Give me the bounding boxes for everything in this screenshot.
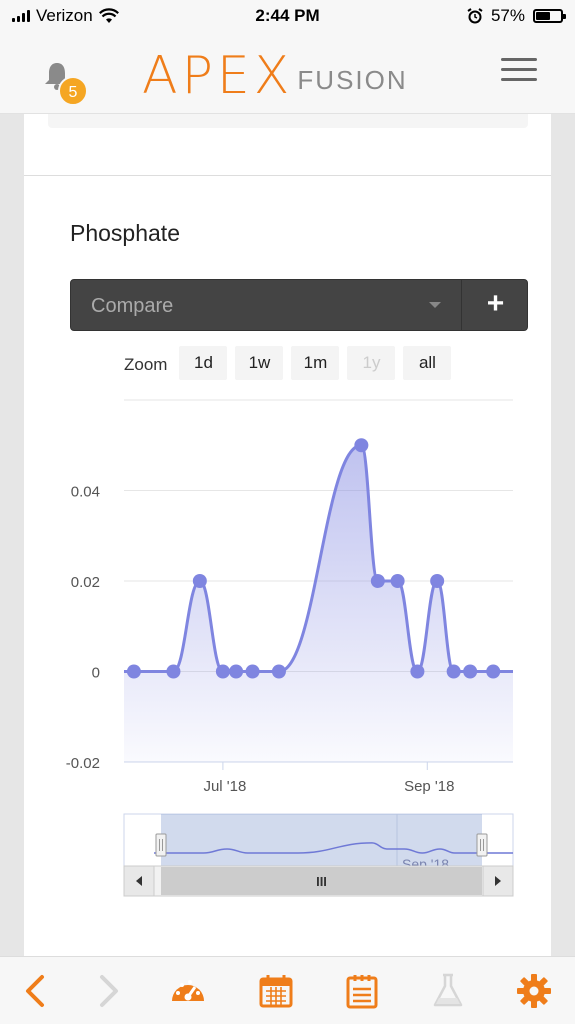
scrollbar-grip-label: III [316, 874, 327, 889]
data-point [354, 438, 369, 453]
battery-icon [533, 9, 566, 23]
handle-body [476, 833, 488, 857]
handle-body [155, 833, 167, 857]
x-tick-label: Jul '18 [203, 778, 246, 795]
logo-sub: FUSION [297, 65, 408, 95]
bottom-nav-bar [0, 956, 575, 1024]
zoom-1w-button[interactable]: 1w [235, 346, 284, 380]
zoom-all-button[interactable]: all [403, 346, 452, 380]
data-point [126, 664, 141, 679]
back-icon[interactable] [16, 971, 56, 1011]
data-point [463, 664, 478, 679]
compare-placeholder: Compare [91, 295, 174, 317]
section-divider [24, 175, 551, 176]
notes-icon[interactable] [342, 971, 382, 1011]
lab-icon [433, 973, 463, 1007]
data-point [430, 574, 445, 588]
y-tick-label: 0.04 [71, 484, 100, 501]
y-tick-label: -0.02 [66, 755, 100, 772]
data-point [271, 664, 286, 679]
compare-select[interactable]: Compare + [70, 279, 528, 331]
add-compare-button[interactable]: + [461, 280, 529, 330]
logo-main: APEX [142, 46, 294, 106]
navigator-handle[interactable] [476, 833, 488, 857]
alarm-icon [467, 8, 483, 24]
data-point [245, 664, 260, 679]
data-point [390, 574, 405, 588]
panel-title: Phosphate [70, 220, 180, 246]
y-tick-label: 0.02 [71, 574, 100, 591]
y-axis-ticks: 0.04 0.02 0 -0.02 [66, 484, 100, 773]
previous-card-edge [48, 114, 528, 128]
data-point [410, 664, 425, 679]
zoom-1m-button[interactable]: 1m [291, 346, 340, 380]
menu-icon[interactable] [501, 58, 537, 84]
data-point [446, 664, 461, 679]
data-point [215, 664, 230, 679]
status-right: 57% [467, 6, 566, 26]
apex-fusion-logo: APEX FUSION [142, 50, 408, 102]
zoom-controls: Zoom 1d 1w 1m 1y all [124, 346, 452, 380]
calendar-icon[interactable] [256, 971, 296, 1011]
data-point [229, 664, 244, 679]
notification-badge: 5 [58, 76, 88, 106]
data-point [486, 664, 501, 679]
zoom-1y-button: 1y [347, 346, 396, 380]
phosphate-card: Phosphate Compare + Zoom 1d 1w 1m 1y all… [24, 114, 551, 956]
data-point [166, 664, 181, 679]
dashboard-icon[interactable] [168, 971, 208, 1011]
app-header: 5 APEX FUSION [0, 32, 575, 114]
zoom-1d-button[interactable]: 1d [179, 346, 228, 380]
y-tick-label: 0 [92, 665, 100, 682]
settings-icon[interactable] [514, 971, 554, 1011]
zoom-label: Zoom [124, 355, 168, 374]
x-tick-label: Sep '18 [404, 778, 454, 795]
series-area [124, 445, 513, 762]
forward-icon [100, 975, 118, 1007]
x-axis-ticks: Jul '18 Sep '18 [203, 762, 454, 795]
phosphate-chart: 0.04 0.02 0 -0.02 Jul '18 Sep '18 Sep '18III [66, 399, 514, 897]
battery-percent: 57% [490, 6, 525, 25]
data-point [192, 574, 207, 588]
range-navigator: Sep '18III [123, 813, 514, 897]
data-point [370, 574, 385, 588]
chevron-down-icon [429, 302, 441, 308]
status-bar: Verizon 2:44 PM 57% [0, 0, 575, 32]
navigator-handle[interactable] [155, 833, 167, 857]
